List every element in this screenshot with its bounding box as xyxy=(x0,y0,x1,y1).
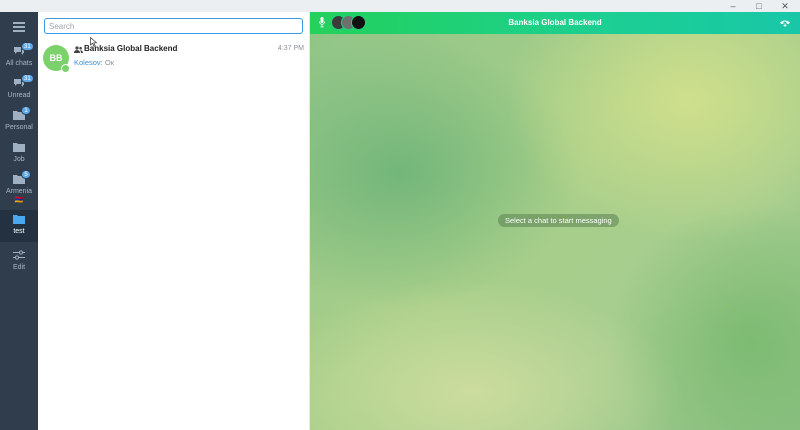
search-input[interactable] xyxy=(44,18,303,34)
folder-armenia[interactable]: 5 Armenia 🇦🇲 xyxy=(0,170,38,208)
folder-personal[interactable]: 1 Personal xyxy=(0,106,38,138)
hamburger-menu-icon[interactable] xyxy=(0,18,38,36)
call-title: Banksia Global Backend xyxy=(508,18,602,27)
armenia-flag-icon: 🇦🇲 xyxy=(14,197,24,204)
folder-label: Armenia xyxy=(5,188,33,195)
unread-badge: 5 xyxy=(21,170,31,179)
close-button[interactable]: ✕ xyxy=(774,0,796,12)
group-icon xyxy=(74,46,83,53)
folder-icon xyxy=(13,214,25,224)
folder-label: All chats xyxy=(5,60,33,67)
folder-edit[interactable]: Edit xyxy=(0,246,38,278)
folder-icon xyxy=(13,142,25,152)
folders-sidebar: 31 All chats 31 Unread 1 Personal Job 5 … xyxy=(0,12,38,430)
window-titlebar: – □ ✕ xyxy=(0,0,800,12)
chat-title: Banksia Global Backend xyxy=(84,44,178,53)
chat-list-item[interactable]: BB Banksia Global Backend 4:37 PM Koleso… xyxy=(38,41,309,83)
sliders-icon xyxy=(13,250,25,260)
folder-job[interactable]: Job xyxy=(0,138,38,170)
preview-sender: Kolesov: xyxy=(74,58,103,67)
minimize-button[interactable]: – xyxy=(722,0,744,12)
online-status-icon xyxy=(61,64,70,73)
group-call-bar[interactable]: Banksia Global Backend xyxy=(310,12,800,34)
folder-all-chats[interactable]: 31 All chats xyxy=(0,42,38,74)
empty-state-message: Select a chat to start messaging xyxy=(498,214,619,227)
unread-badge: 1 xyxy=(21,106,31,115)
hangup-icon[interactable] xyxy=(779,18,791,27)
unread-badge: 31 xyxy=(21,42,34,51)
folder-unread[interactable]: 31 Unread xyxy=(0,74,38,106)
folder-test[interactable]: test xyxy=(0,210,38,242)
folder-label: test xyxy=(13,228,25,235)
chat-timestamp: 4:37 PM xyxy=(277,45,304,52)
unread-badge: 31 xyxy=(21,74,34,83)
chat-preview: Kolesov: Ок xyxy=(74,58,114,67)
maximize-button[interactable]: □ xyxy=(748,0,770,12)
preview-text: Ок xyxy=(104,58,114,67)
folder-label: Unread xyxy=(7,92,31,99)
folder-label: Job xyxy=(13,156,25,163)
folder-label: Edit xyxy=(12,264,26,271)
chat-area: Banksia Global Backend Select a chat to … xyxy=(310,12,800,430)
folder-label: Personal xyxy=(5,124,33,131)
chat-list-panel: BB Banksia Global Backend 4:37 PM Koleso… xyxy=(38,12,310,430)
